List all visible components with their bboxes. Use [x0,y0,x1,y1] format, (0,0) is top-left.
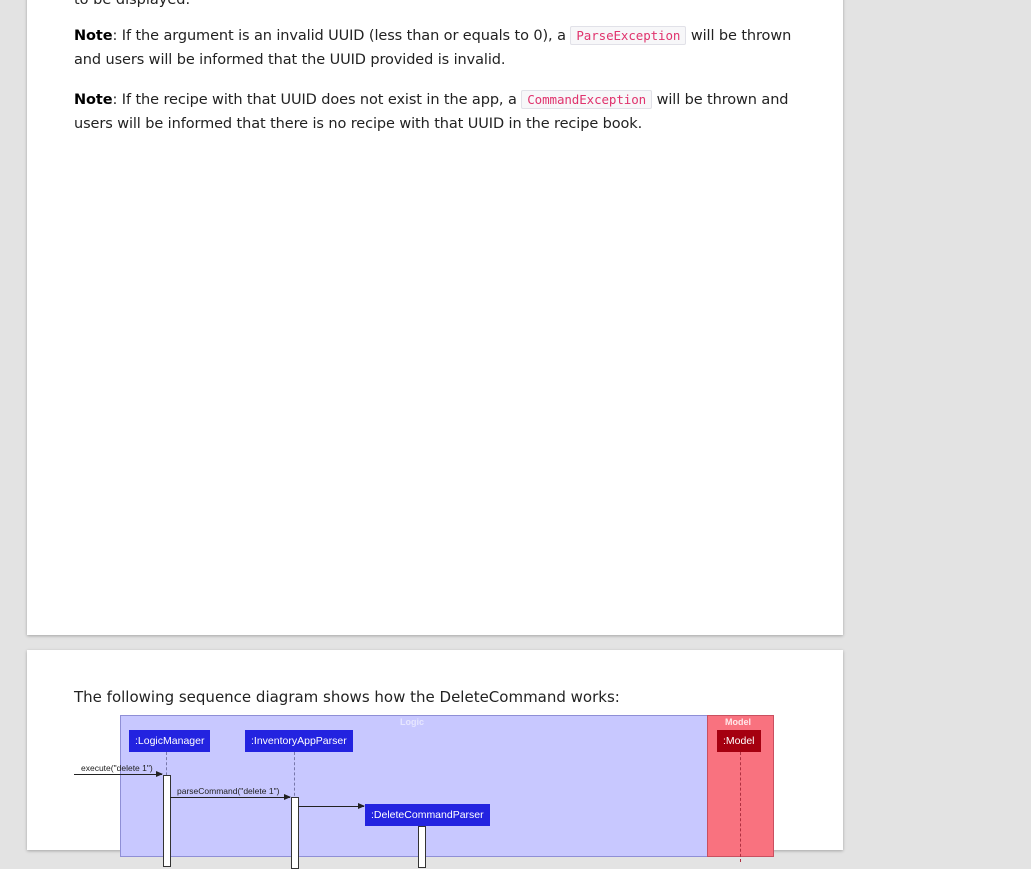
message-execute-label: execute("delete 1") [81,763,153,773]
message-parse-command-arrow [170,794,291,800]
note-label: Note [74,28,113,44]
participant-model: :Model [717,730,761,752]
note-text: : If the argument is an invalid UUID (le… [112,28,571,44]
activation-delete-command-parser [418,826,426,868]
sequence-diagram: Logic Model :LogicManager :InventoryAppP… [27,715,843,869]
message-create-parser-arrow [298,803,365,809]
lifeline-model [740,752,741,862]
cut-off-text: to be displayed. [74,0,191,8]
message-execute-arrow [74,771,163,777]
diagram-intro-text: The following sequence diagram shows how… [74,688,620,706]
logic-frame-title: Logic [400,717,424,727]
participant-inventory-parser: :InventoryAppParser [245,730,353,752]
note-parse-exception: Note: If the argument is an invalid UUID… [74,24,796,72]
document-page: The following sequence diagram shows how… [27,650,843,869]
note-label: Note [74,92,113,108]
message-parse-command-label: parseCommand("delete 1") [177,786,280,796]
activation-logic-manager [163,775,171,867]
note-command-exception: Note: If the recipe with that UUID does … [74,88,796,136]
note-text: : If the recipe with that UUID does not … [112,92,522,108]
participant-delete-command-parser: :DeleteCommandParser [365,804,490,826]
document-page: to be displayed. Note: If the argument i… [27,0,843,635]
activation-inventory-parser [291,797,299,869]
inline-code: CommandException [521,90,653,109]
model-frame-title: Model [725,717,751,727]
participant-logic-manager: :LogicManager [129,730,211,752]
inline-code: ParseException [570,26,687,45]
